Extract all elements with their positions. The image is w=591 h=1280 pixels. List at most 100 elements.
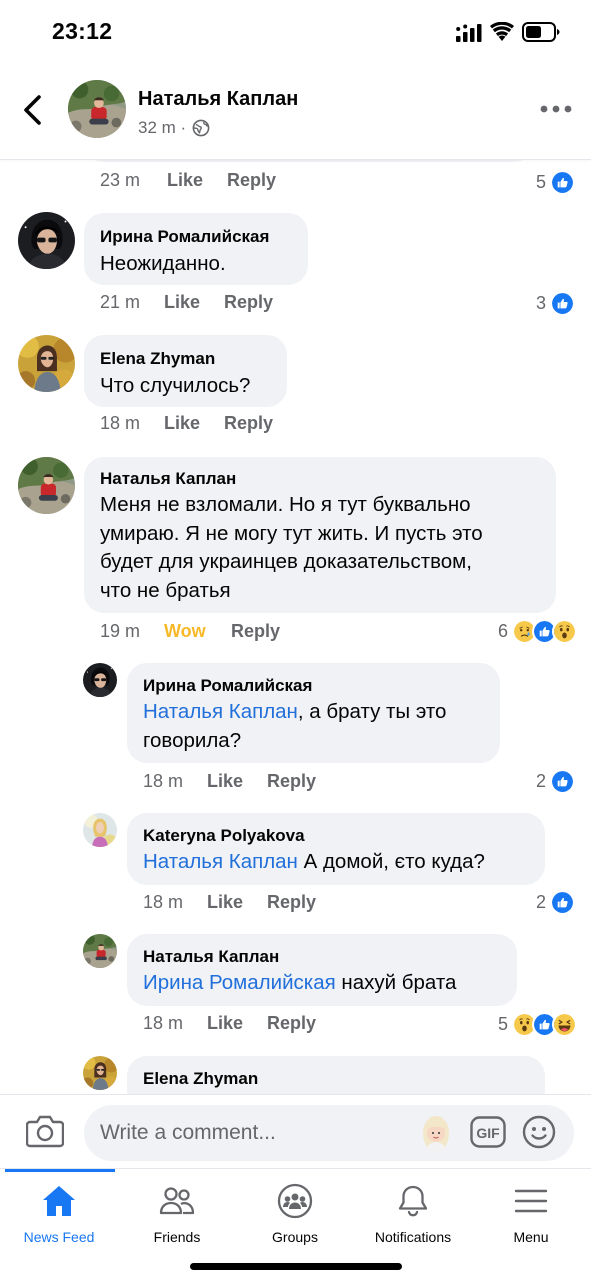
comment-text: Что случилось? xyxy=(100,374,251,397)
home-icon xyxy=(43,1186,75,1216)
reply-bubble: Наталья Каплан Ирина Ромалийская нахуй б… xyxy=(127,934,517,1006)
comment-author[interactable]: Ирина Ромалийская xyxy=(100,227,269,247)
reply-time: 18 m xyxy=(143,771,184,791)
reply-button[interactable]: Reply xyxy=(224,413,273,434)
comment-text: Неожиданно. xyxy=(100,252,226,275)
reply-bubble: Kateryna Polyakova Наталья Каплан А домо… xyxy=(127,813,545,885)
reaction-summary[interactable]: 2 xyxy=(480,768,575,794)
nav-notifications[interactable]: Notifications xyxy=(354,1169,472,1249)
like-button[interactable]: Like xyxy=(207,892,243,913)
haha-reaction-icon xyxy=(552,1011,577,1037)
reaction-summary[interactable]: 2 xyxy=(480,889,575,915)
reply-text: Ирина Ромалийская нахуй брата xyxy=(143,969,456,998)
comments-list: 23 m Like Reply 5 Ирина Ромалийская Неож… xyxy=(0,160,591,1094)
reply-button[interactable]: Reply xyxy=(267,892,316,913)
nav-groups[interactable]: Groups xyxy=(236,1169,354,1249)
back-arrow-icon[interactable] xyxy=(20,94,46,126)
mention-link[interactable]: Наталья Каплан xyxy=(143,700,298,723)
friends-icon xyxy=(159,1187,195,1215)
comment-actions: 21 m Like Reply xyxy=(100,292,400,318)
reply-button[interactable]: Reply xyxy=(227,170,276,191)
reply-text: Наталья Каплан, а брату ты это xyxy=(143,698,446,727)
avatar[interactable] xyxy=(83,934,117,968)
avatar[interactable] xyxy=(83,663,117,697)
comment-author[interactable]: Наталья Каплан xyxy=(100,469,236,489)
reply-button[interactable]: Reply xyxy=(231,621,280,642)
avatar[interactable] xyxy=(18,457,75,514)
post-header: Наталья Каплан 32 m · xyxy=(0,66,591,160)
avatar[interactable] xyxy=(18,335,75,392)
reply-author[interactable]: Elena Zhyman xyxy=(143,1069,258,1089)
comment-text-line: умираю. Я не могу тут жить. И пусть это xyxy=(100,521,483,545)
reply-author[interactable]: Наталья Каплан xyxy=(143,947,279,967)
avatar[interactable] xyxy=(83,813,117,847)
nav-menu[interactable]: Menu xyxy=(472,1169,590,1249)
battery-icon xyxy=(522,22,560,42)
nav-label: Menu xyxy=(513,1229,549,1245)
menu-icon xyxy=(514,1189,548,1213)
like-reaction-icon xyxy=(550,768,575,794)
reaction-count: 3 xyxy=(535,292,546,313)
reply-time: 18 m xyxy=(143,892,184,912)
mention-link[interactable]: Ирина Ромалийская xyxy=(143,971,336,994)
reaction-summary[interactable]: 5 xyxy=(460,1011,577,1037)
reply-text-after-mention: нахуй брата xyxy=(335,971,457,994)
comment-bubble: Ирина Ромалийская Неожиданно. xyxy=(84,213,308,285)
nav-news-feed[interactable]: News Feed xyxy=(0,1169,118,1249)
wow-reaction-button[interactable]: Wow xyxy=(164,621,206,642)
comment-time: 19 m xyxy=(100,621,141,641)
avatar[interactable] xyxy=(83,1056,117,1090)
camera-icon[interactable] xyxy=(26,1114,64,1148)
reply-button[interactable]: Reply xyxy=(267,771,316,792)
nav-label: Groups xyxy=(272,1229,318,1245)
reaction-count: 5 xyxy=(497,1013,508,1034)
like-button[interactable]: Like xyxy=(164,292,200,313)
reply-bubble: Ирина Ромалийская Наталья Каплан, а брат… xyxy=(127,663,500,763)
reply-text-after-mention: А домой, єто куда? xyxy=(297,850,485,873)
post-time: 32 m · xyxy=(138,118,187,137)
comment-author[interactable]: Elena Zhyman xyxy=(100,349,215,369)
author-name[interactable]: Наталья Каплан xyxy=(138,88,298,111)
nav-label: Friends xyxy=(153,1229,201,1245)
reply-author[interactable]: Kateryna Polyakova xyxy=(143,826,305,846)
comment-composer: GIF xyxy=(0,1094,591,1168)
like-button[interactable]: Like xyxy=(207,1013,243,1034)
comment-time: 21 m xyxy=(100,292,141,312)
like-button[interactable]: Like xyxy=(167,170,203,191)
home-indicator xyxy=(190,1263,402,1270)
comment-bubble: Наталья Каплан Меня не взломали. Но я ту… xyxy=(84,457,556,613)
author-avatar[interactable] xyxy=(68,80,126,138)
nav-friends[interactable]: Friends xyxy=(118,1169,236,1249)
reply-button[interactable]: Reply xyxy=(224,292,273,313)
reaction-summary[interactable]: 5 xyxy=(480,169,575,195)
mention-link[interactable]: Наталья Каплан xyxy=(143,850,298,873)
comment-text-line: Меня не взломали. Но я тут буквально xyxy=(100,493,471,516)
wifi-icon xyxy=(490,22,514,41)
reply-text-after-mention: , а брату ты это xyxy=(297,700,447,723)
reply-bubble: Elena Zhyman xyxy=(127,1056,545,1094)
avatar[interactable] xyxy=(18,212,75,269)
reaction-summary[interactable]: 3 xyxy=(480,290,575,316)
like-reaction-icon xyxy=(550,889,575,915)
more-horizontal-icon[interactable] xyxy=(540,104,572,114)
reply-button[interactable]: Reply xyxy=(267,1013,316,1034)
avatar-sticker-icon[interactable] xyxy=(418,1113,454,1151)
comment-bubble: Elena Zhyman Что случилось? xyxy=(84,335,287,407)
emoji-icon[interactable] xyxy=(522,1115,556,1149)
reply-actions: 18 m Like Reply xyxy=(143,771,443,797)
like-button[interactable]: Like xyxy=(207,771,243,792)
reply-actions: 18 m Like Reply xyxy=(143,1013,443,1039)
comment-actions: 18 m Like Reply xyxy=(100,413,400,439)
like-reaction-icon xyxy=(550,169,575,195)
gif-button[interactable]: GIF xyxy=(470,1116,506,1148)
reply-author[interactable]: Ирина Ромалийская xyxy=(143,676,312,696)
reaction-summary[interactable]: 6 xyxy=(460,618,577,644)
comment-time: 23 m xyxy=(100,170,141,190)
reaction-count: 2 xyxy=(535,770,546,791)
reaction-count: 5 xyxy=(535,171,546,192)
reply-time: 18 m xyxy=(143,1013,184,1033)
like-button[interactable]: Like xyxy=(164,413,200,434)
reply-text-line: говорила? xyxy=(143,729,242,752)
comment-actions: 19 m Wow Reply xyxy=(100,621,400,647)
reaction-count: 6 xyxy=(497,620,508,641)
